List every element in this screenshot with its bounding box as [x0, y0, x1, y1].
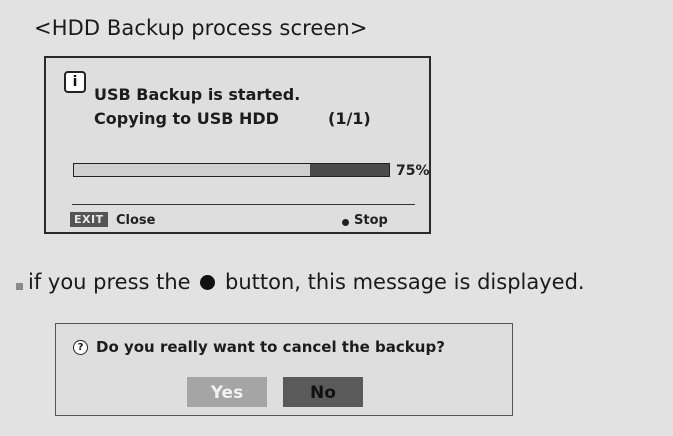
divider [72, 204, 415, 205]
bullet-icon [16, 283, 23, 290]
no-button[interactable]: No [283, 377, 363, 407]
question-icon: ? [73, 340, 88, 355]
instruction-text: if you press the button, this message is… [28, 270, 585, 294]
confirm-question: Do you really want to cancel the backup? [96, 338, 445, 356]
file-count: (1/1) [328, 109, 371, 128]
progress-percent: 75% [396, 163, 430, 179]
progress-fill [310, 164, 389, 176]
stop-button[interactable]: Stop [354, 213, 388, 228]
record-dot-icon [200, 275, 216, 290]
section-heading: <HDD Backup process screen> [34, 16, 368, 40]
page: <HDD Backup process screen> i USB Backup… [0, 0, 673, 436]
exit-key-icon[interactable]: EXIT [70, 212, 108, 227]
cancel-confirm-dialog: ? Do you really want to cancel the backu… [55, 323, 513, 416]
instruction-before: if you press the [28, 270, 191, 294]
stop-dot-icon [342, 219, 349, 226]
close-button[interactable]: Close [116, 213, 155, 228]
copy-message: Copying to USB HDD [94, 109, 279, 128]
status-message: USB Backup is started. [94, 85, 301, 104]
yes-button[interactable]: Yes [187, 377, 267, 407]
info-icon: i [64, 71, 86, 93]
backup-progress-dialog: i USB Backup is started. Copying to USB … [44, 56, 431, 234]
progress-bar [73, 163, 390, 177]
instruction-after: button, this message is displayed. [224, 270, 585, 294]
